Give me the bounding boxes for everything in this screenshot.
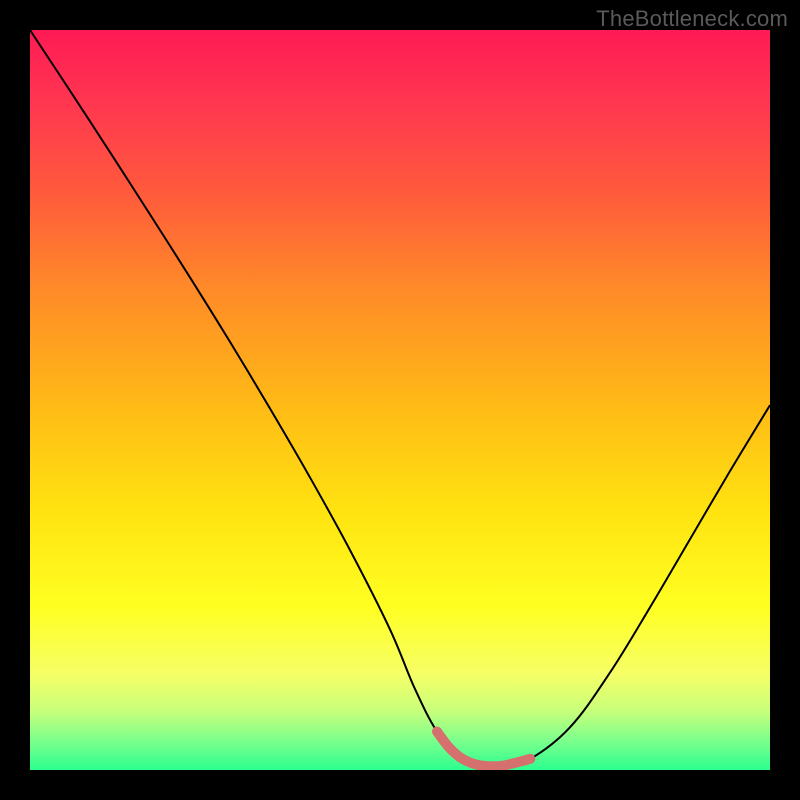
- gradient-background: [30, 30, 770, 770]
- watermark-text: TheBottleneck.com: [596, 6, 788, 32]
- chart-frame: TheBottleneck.com: [0, 0, 800, 800]
- plot-area: [30, 30, 770, 770]
- bottleneck-chart: [30, 30, 770, 770]
